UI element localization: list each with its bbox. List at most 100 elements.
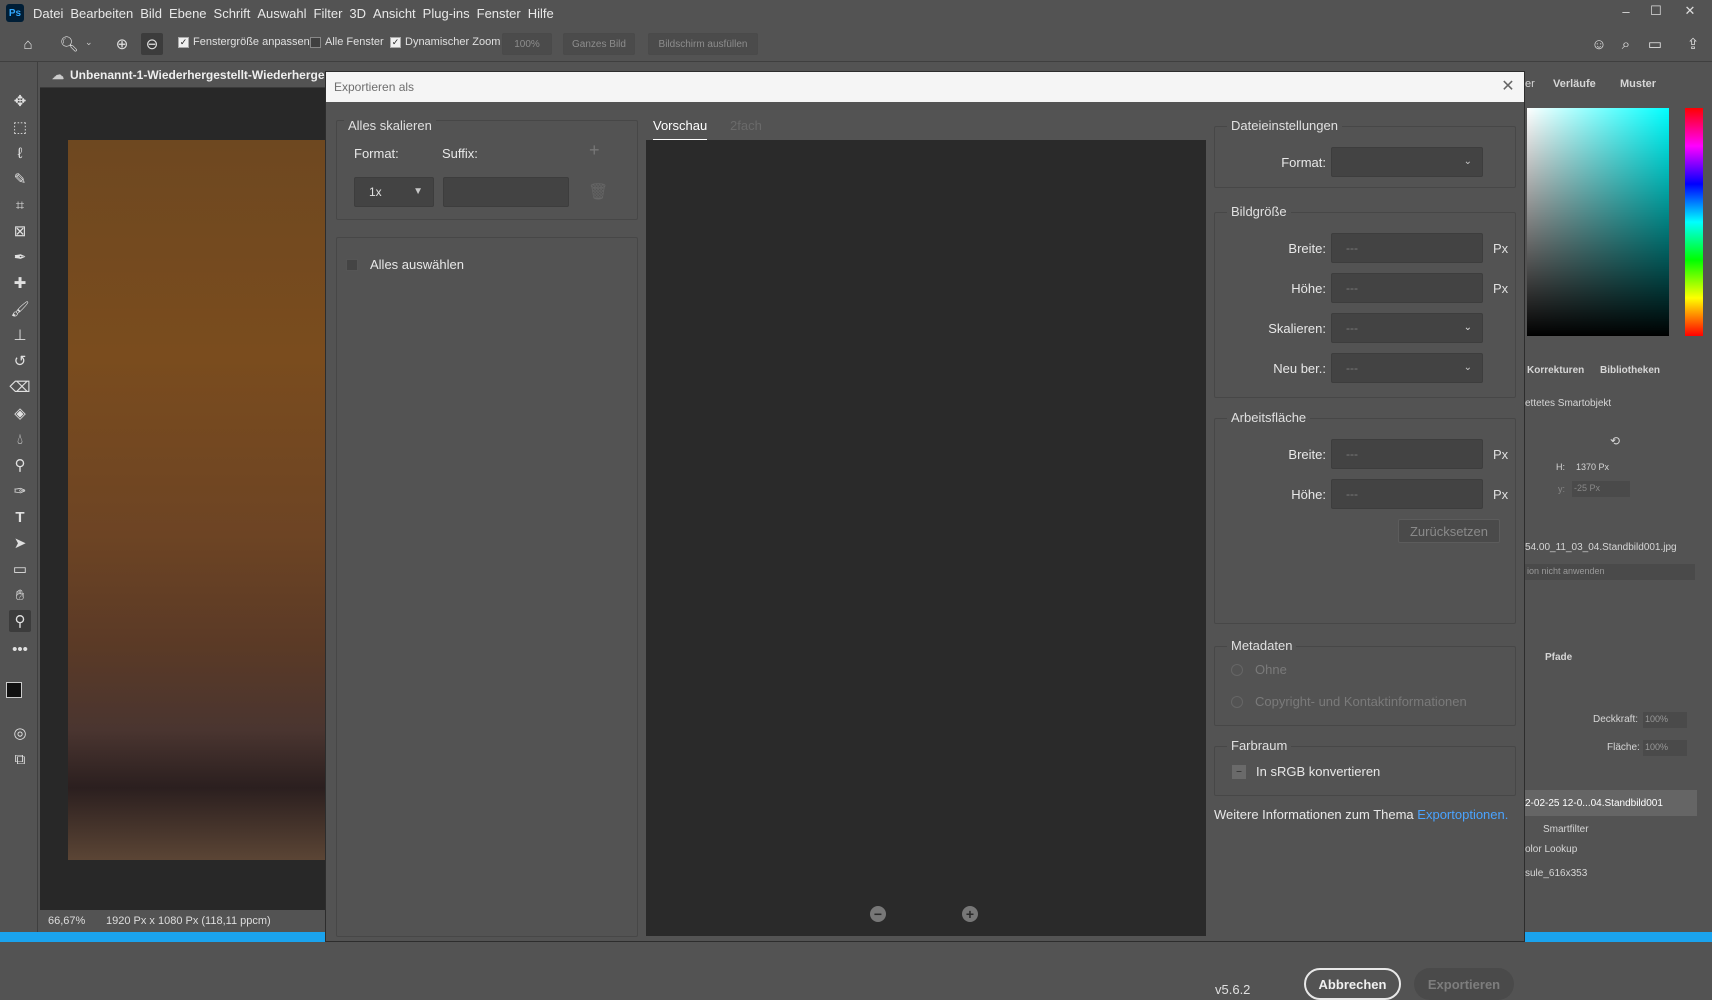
chevron-down-icon[interactable]: ⌄ [85, 37, 93, 48]
tab-2x[interactable]: 2fach [730, 118, 762, 133]
document-image[interactable] [68, 140, 325, 860]
fill-field[interactable]: 100% [1643, 740, 1687, 756]
menu-datei[interactable]: Datei [33, 6, 70, 21]
apply-option-select[interactable]: ion nicht anwenden [1525, 564, 1695, 580]
menu-plugins[interactable]: Plug-ins [423, 6, 477, 21]
color-picker-field[interactable] [1527, 108, 1669, 336]
tab-preview[interactable]: Vorschau [653, 118, 708, 141]
reset-button[interactable]: Zurücksetzen [1398, 519, 1500, 543]
opacity-field[interactable]: 100% [1643, 712, 1687, 728]
file-format-select[interactable]: ⌄ [1331, 147, 1483, 177]
menu-filter[interactable]: Filter [314, 6, 350, 21]
screen-mode-icon[interactable]: ⧉ [9, 748, 31, 770]
preview-canvas[interactable] [646, 140, 1206, 936]
marquee-tool-icon[interactable]: ⬚ [9, 116, 31, 138]
frame-tool-icon[interactable]: ⊠ [9, 220, 31, 242]
menu-bearbeiten[interactable]: Bearbeiten [70, 6, 140, 21]
scale-percent-select[interactable]: --- ⌄ [1331, 313, 1483, 343]
menu-bild[interactable]: Bild [140, 6, 169, 21]
menu-schrift[interactable]: Schrift [214, 6, 258, 21]
paint-bucket-icon[interactable]: ◈ [9, 402, 31, 424]
close-icon[interactable]: ✕ [1498, 76, 1518, 96]
image-height-input[interactable]: --- [1331, 273, 1483, 303]
menu-3d[interactable]: 3D [349, 6, 373, 21]
zoom-tool-icon[interactable]: 🔍︎ [58, 33, 80, 55]
menu-ebene[interactable]: Ebene [169, 6, 214, 21]
export-dialog: Exportieren als ✕ Alles skalieren Format… [325, 71, 1525, 1000]
menu-hilfe[interactable]: Hilfe [528, 6, 561, 21]
more-tools-icon[interactable]: ••• [9, 638, 31, 660]
blur-tool-icon[interactable]: 💧︎ [9, 428, 31, 450]
tab-paths[interactable]: Pfade [1545, 652, 1572, 663]
trash-icon[interactable]: 🗑︎ [588, 182, 608, 202]
tab-libraries[interactable]: Bibliotheken [1600, 365, 1660, 376]
chevron-down-icon: ⌄ [1463, 362, 1472, 373]
y-position-field[interactable]: -25 Px [1572, 481, 1630, 497]
chevron-down-icon: ⌄ [1463, 156, 1472, 167]
all-windows-checkbox[interactable]: Alle Fenster [310, 36, 384, 48]
user-icon[interactable]: ☺ [1588, 33, 1610, 55]
reset-icon[interactable]: ⟲ [1610, 434, 1620, 448]
export-button[interactable]: Exportieren [1414, 968, 1514, 1000]
stamp-tool-icon[interactable]: ⊥ [9, 324, 31, 346]
healing-brush-icon[interactable]: ✚ [9, 272, 31, 294]
add-icon[interactable]: + [589, 140, 600, 161]
zoom-value-field[interactable]: 100% [502, 33, 552, 55]
pen-tool-icon[interactable]: ✑ [9, 480, 31, 502]
select-all-checkbox[interactable]: Alles auswählen [346, 257, 464, 272]
history-brush-icon[interactable]: ↺ [9, 350, 31, 372]
lasso-tool-icon[interactable]: ℓ [9, 142, 31, 164]
version-label: v5.6.2 [1215, 982, 1251, 997]
menu-auswahl[interactable]: Auswahl [257, 6, 313, 21]
quick-select-icon[interactable]: ✎ [9, 168, 31, 190]
scale-select[interactable]: 1x ▼ [354, 177, 434, 207]
home-icon[interactable]: ⌂ [17, 33, 39, 55]
tab-swatches[interactable]: Muster [1620, 78, 1656, 90]
cancel-button[interactable]: Abbrechen [1304, 968, 1401, 1000]
move-tool-icon[interactable]: ✥ [9, 90, 31, 112]
maximize-icon[interactable]: ☐ [1642, 0, 1670, 22]
path-select-icon[interactable]: ➤ [9, 532, 31, 554]
dynamic-zoom-checkbox[interactable]: ✓ Dynamischer Zoom [390, 36, 500, 48]
document-tab[interactable]: ☁ Unbenannt-1-Wiederhergestellt-Wiederhe… [40, 62, 340, 88]
zoom-out-icon[interactable]: ⊖ [141, 33, 163, 55]
tab-corrections[interactable]: Korrekturen [1527, 365, 1584, 376]
brush-tool-icon[interactable]: 🖌︎ [9, 298, 31, 320]
hue-slider[interactable] [1685, 108, 1703, 336]
srgb-checkbox[interactable]: – In sRGB konvertieren [1232, 764, 1380, 779]
zoom-in-icon[interactable]: ⊕ [111, 33, 133, 55]
menu-fenster[interactable]: Fenster [477, 6, 528, 21]
rectangle-tool-icon[interactable]: ▭ [9, 558, 31, 580]
resample-select[interactable]: --- ⌄ [1331, 353, 1483, 383]
zoom-tool-icon[interactable]: ⚲ [9, 610, 31, 632]
asset-list [336, 237, 638, 937]
export-options-link[interactable]: Exportoptionen. [1417, 807, 1508, 822]
foreground-color-swatch[interactable] [6, 682, 22, 698]
share-icon[interactable]: ⇪ [1682, 33, 1704, 55]
eyedropper-icon[interactable]: ✒ [9, 246, 31, 268]
scale-legend: Alles skalieren [344, 118, 436, 133]
search-icon[interactable]: ⌕ [1615, 33, 1637, 55]
suffix-input[interactable] [443, 177, 569, 207]
image-width-input[interactable]: --- [1331, 233, 1483, 263]
zoom-out-icon[interactable]: − [870, 906, 886, 922]
hand-tool-icon[interactable]: ✋︎ [9, 584, 31, 606]
crop-tool-icon[interactable]: ⌗ [9, 194, 31, 216]
close-window-icon[interactable]: ✕ [1676, 0, 1704, 22]
tab-gradients[interactable]: Verläufe [1553, 78, 1596, 90]
type-tool-icon[interactable]: T [9, 506, 31, 528]
workspace-icon[interactable]: ▭ [1644, 33, 1666, 55]
whole-image-button[interactable]: Ganzes Bild [563, 33, 635, 55]
menu-ansicht[interactable]: Ansicht [373, 6, 423, 21]
eraser-tool-icon[interactable]: ⌫ [9, 376, 31, 398]
fit-window-checkbox[interactable]: ✓ Fenstergröße anpassen [178, 36, 310, 48]
canvas-height-input[interactable]: --- [1331, 479, 1483, 509]
metadata-none-radio[interactable]: Ohne [1231, 662, 1287, 677]
quick-mask-icon[interactable]: ◎ [9, 722, 31, 744]
zoom-in-icon[interactable]: + [962, 906, 978, 922]
dodge-tool-icon[interactable]: ⚲ [9, 454, 31, 476]
minimize-icon[interactable]: – [1612, 0, 1640, 22]
fill-screen-button[interactable]: Bildschirm ausfüllen [648, 33, 758, 55]
metadata-copyright-radio[interactable]: Copyright- und Kontaktinformationen [1231, 694, 1467, 709]
canvas-width-input[interactable]: --- [1331, 439, 1483, 469]
